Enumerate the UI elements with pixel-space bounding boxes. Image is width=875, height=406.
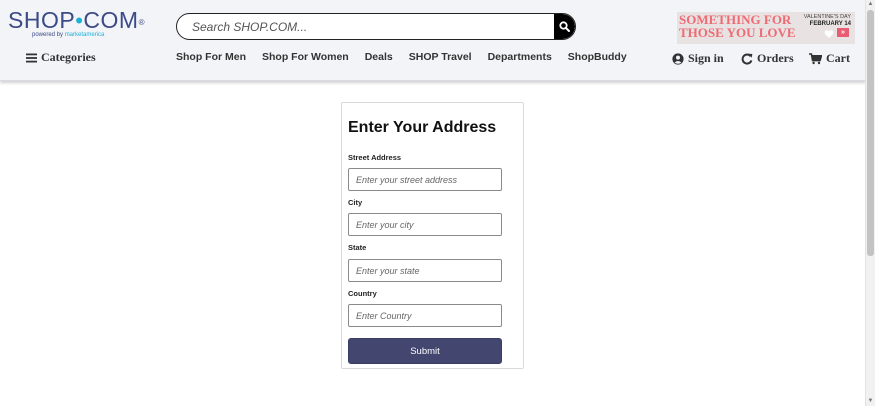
cart-label: Cart [826, 51, 850, 65]
search-button[interactable] [554, 14, 575, 39]
sign-in-link[interactable]: Sign in [672, 51, 724, 66]
city-input[interactable] [348, 213, 502, 236]
user-circle-icon [672, 52, 684, 65]
orders-link[interactable]: Orders [741, 51, 794, 66]
shop-com-logo[interactable]: SHOP•COM® powered by marketamerica [8, 7, 144, 43]
logo-name: SHOP [8, 7, 76, 33]
logo-tagline: powered by marketamerica [32, 32, 104, 38]
orders-label: Orders [757, 51, 794, 65]
city-label: City [348, 198, 363, 207]
logo-registered: ® [138, 18, 145, 27]
nav-shop-travel[interactable]: SHOP Travel [409, 51, 472, 63]
main-nav: Shop For Men Shop For Women Deals SHOP T… [176, 51, 627, 63]
site-header: SHOP•COM® powered by marketamerica Categ… [0, 0, 866, 81]
hamburger-icon [26, 53, 37, 62]
categories-label: Categories [41, 50, 96, 64]
search-icon [559, 21, 570, 32]
nav-shop-for-women[interactable]: Shop For Women [262, 51, 349, 63]
street-address-label: Street Address [348, 153, 402, 162]
promo-occasion: VALENTINE'S DAY [803, 14, 851, 20]
promo-arrow-icon: » [837, 28, 849, 37]
logo-wordmark: SHOP•COM® [8, 7, 144, 33]
sign-in-label: Sign in [688, 51, 724, 65]
logo-tagline-prefix: powered by [32, 32, 65, 38]
country-input[interactable] [348, 304, 502, 327]
nav-shopbuddy[interactable]: ShopBuddy [568, 51, 627, 63]
promo-headline: SOMETHING FOR THOSE YOU LOVE [679, 13, 796, 39]
street-address-input[interactable] [348, 168, 502, 191]
promo-date: VALENTINE'S DAY FEBRUARY 14 [804, 14, 851, 28]
nav-shop-for-men[interactable]: Shop For Men [176, 51, 246, 63]
logo-tagline-brand: marketamerica [64, 32, 105, 38]
search-input[interactable] [192, 14, 552, 39]
cart-icon [809, 52, 822, 64]
scroll-down-icon[interactable]: ▼ [867, 398, 874, 404]
nav-departments[interactable]: Departments [488, 51, 552, 63]
scroll-up-icon[interactable]: ▲ [867, 1, 874, 7]
page-scrollbar[interactable]: ▲ ▼ [865, 0, 875, 406]
heart-icon [824, 30, 834, 38]
promo-date-text: FEBRUARY 14 [809, 21, 851, 27]
nav-deals[interactable]: Deals [365, 51, 393, 63]
search-bar [176, 13, 576, 40]
country-label: Country [348, 289, 377, 298]
submit-button[interactable]: Submit [348, 338, 502, 364]
address-form: Enter Your Address Street Address City S… [341, 102, 524, 369]
logo-tld: COM [83, 7, 139, 33]
scrollbar-thumb[interactable] [867, 10, 874, 256]
state-label: State [348, 243, 367, 252]
cart-link[interactable]: Cart [809, 51, 850, 66]
refresh-icon [741, 53, 753, 65]
promo-line-2: THOSE YOU LOVE [679, 25, 796, 40]
state-input[interactable] [348, 259, 502, 282]
categories-menu-button[interactable]: Categories [26, 50, 96, 65]
form-title: Enter Your Address [348, 119, 497, 136]
valentines-promo-banner[interactable]: SOMETHING FOR THOSE YOU LOVE VALENTINE'S … [677, 12, 855, 44]
